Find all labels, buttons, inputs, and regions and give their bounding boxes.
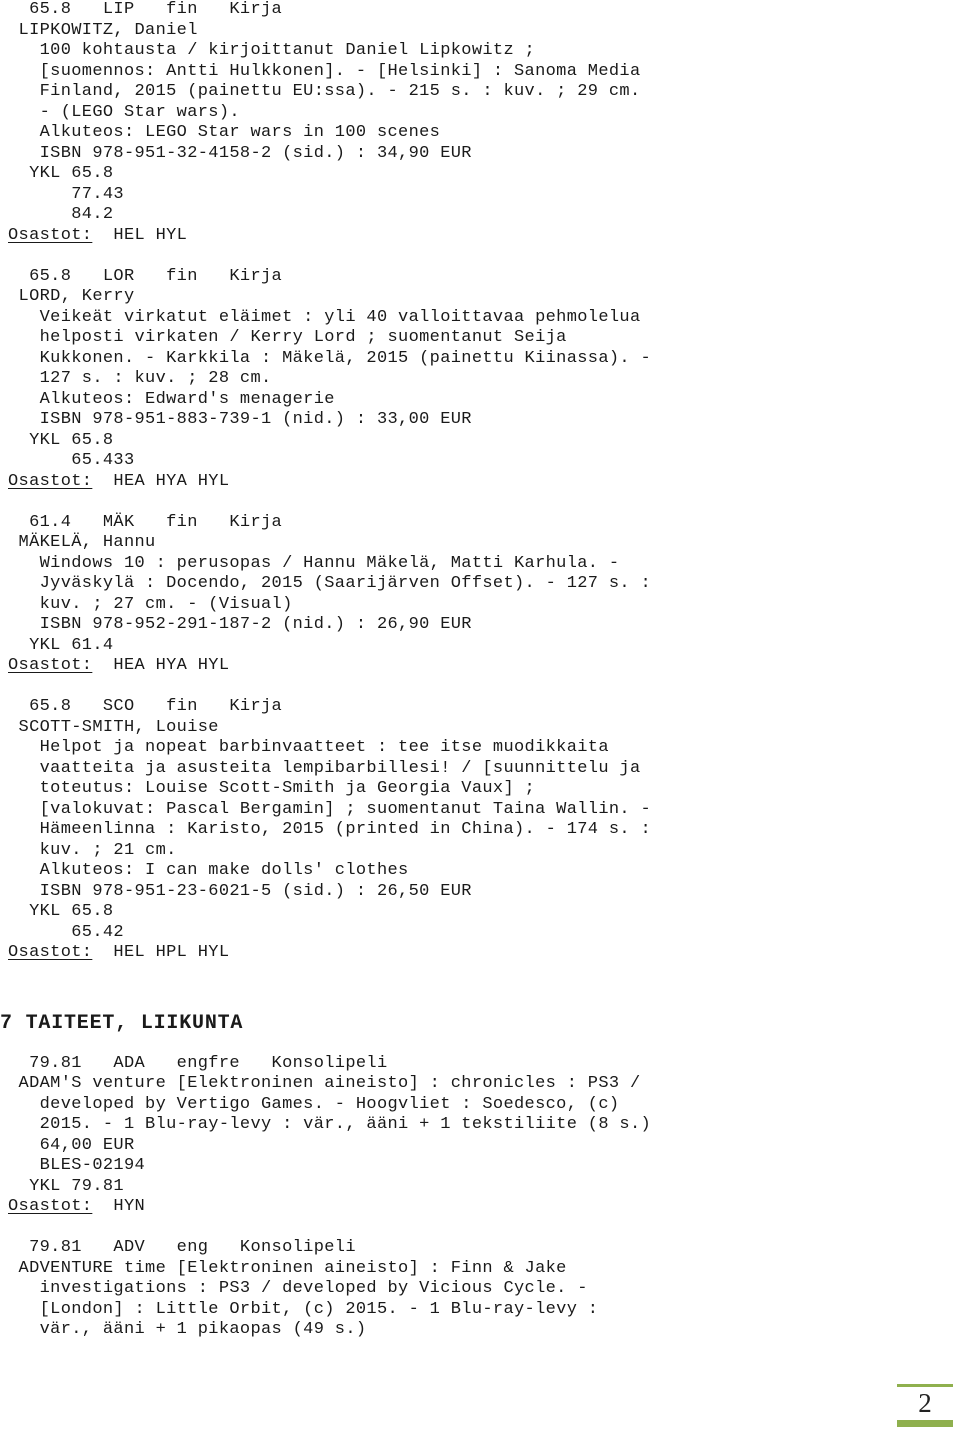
- record-line: developed by Vertigo Games. - Hoogvliet …: [8, 1094, 620, 1114]
- record-line: ISBN 978-952-291-187-2 (nid.) : 26,90 EU…: [8, 615, 472, 634]
- record-line: ISBN 978-951-32-4158-2 (sid.) : 34,90 EU…: [8, 143, 472, 163]
- record-line: helposti virkaten / Kerry Lord ; suoment…: [8, 328, 567, 347]
- record-line: toteutus: Louise Scott-Smith ja Georgia …: [8, 779, 536, 798]
- record-line: Alkuteos: Edward's menagerie: [8, 389, 335, 409]
- record-line: YKL 61.4: [8, 635, 114, 655]
- record-line: Hämeenlinna : Karisto, 2015 (printed in …: [8, 820, 652, 839]
- record-line: vaatteita ja asusteita lempibarbillesi! …: [8, 758, 641, 778]
- record-line: - (LEGO Star wars).: [8, 102, 240, 122]
- record-line: 65.8 SCO fin Kirja: [8, 697, 283, 716]
- record-line: investigations : PS3 / developed by Vici…: [8, 1279, 588, 1298]
- record-departments: Osastot: HEL HYL: [8, 226, 952, 247]
- record-line: BLES-02194: [8, 1156, 146, 1175]
- record-line: 77.43: [8, 184, 124, 204]
- record-line: MÄKELÄ, Hannu: [8, 533, 156, 552]
- record-line: Kukkonen. - Karkkila : Mäkelä, 2015 (pai…: [8, 348, 652, 368]
- record-line: 61.4 MÄK fin Kirja: [8, 512, 283, 532]
- record-line: kuv. ; 27 cm. - (Visual): [8, 594, 293, 614]
- record-line: Jyväskylä : Docendo, 2015 (Saarijärven O…: [8, 574, 652, 593]
- departments-value: HEL HYL: [92, 225, 188, 245]
- departments-label: Osastot:: [8, 943, 93, 962]
- record-line: YKL 65.8: [8, 902, 114, 921]
- record-line: Helpot ja nopeat barbinvaatteet : tee it…: [8, 738, 609, 757]
- record-departments: Osastot: HEL HPL HYL: [8, 943, 952, 964]
- bibliographic-record: 79.81 ADA engfre Konsolipeli ADAM'S vent…: [8, 1054, 952, 1218]
- record-line: 65.8 LOR fin Kirja: [8, 266, 283, 286]
- record-line: [suomennos: Antti Hulkkonen]. - [Helsink…: [8, 61, 641, 81]
- record-line: LORD, Kerry: [8, 287, 135, 306]
- record-line: Alkuteos: LEGO Star wars in 100 scenes: [8, 123, 441, 142]
- record-line: 64,00 EUR: [8, 1135, 135, 1155]
- record-line: 100 kohtausta / kirjoittanut Daniel Lipk…: [8, 41, 536, 60]
- record-line: Alkuteos: I can make dolls' clothes: [8, 861, 409, 880]
- record-line: [valokuvat: Pascal Bergamin] ; suomentan…: [8, 799, 652, 819]
- page-footer: 2: [897, 1384, 953, 1427]
- record-line: 65.42: [8, 922, 124, 942]
- bibliographic-record: 65.8 LOR fin Kirja LORD, Kerry Veikeät v…: [8, 267, 952, 493]
- record-line: kuv. ; 21 cm.: [8, 840, 177, 860]
- record-line: ISBN 978-951-883-739-1 (nid.) : 33,00 EU…: [8, 410, 472, 429]
- record-line: ISBN 978-951-23-6021-5 (sid.) : 26,50 EU…: [8, 881, 472, 901]
- record-line: 2015. - 1 Blu-ray-levy : vär., ääni + 1 …: [8, 1115, 652, 1134]
- record-departments: Osastot: HEA HYA HYL: [8, 656, 952, 677]
- section-heading: 7 TAITEET, LIIKUNTA: [0, 1011, 244, 1035]
- record-line: ADVENTURE time [Elektroninen aineisto] :…: [8, 1258, 567, 1278]
- departments-label: Osastot:: [8, 656, 93, 675]
- record-line: 79.81 ADV eng Konsolipeli: [8, 1238, 356, 1257]
- bibliographic-listing: 65.8 LIP fin Kirja LIPKOWITZ, Daniel 100…: [0, 0, 952, 1341]
- record-line: 65.8 LIP fin Kirja: [8, 0, 283, 19]
- record-line: 127 s. : kuv. ; 28 cm.: [8, 369, 272, 388]
- bibliographic-record: 65.8 SCO fin Kirja SCOTT-SMITH, Louise H…: [8, 697, 952, 964]
- footer-rule-bottom: [897, 1420, 953, 1427]
- record-line: YKL 65.8: [8, 164, 114, 183]
- departments-label: Osastot:: [8, 471, 93, 491]
- departments-value: HEA HYA HYL: [92, 471, 230, 491]
- bibliographic-record: 65.8 LIP fin Kirja LIPKOWITZ, Daniel 100…: [8, 0, 952, 246]
- record-line: YKL 79.81: [8, 1176, 124, 1196]
- record-line: Windows 10 : perusopas / Hannu Mäkelä, M…: [8, 553, 620, 573]
- departments-label: Osastot:: [8, 1197, 93, 1216]
- record-departments: Osastot: HYN: [8, 1197, 952, 1218]
- record-line: [London] : Little Orbit, (c) 2015. - 1 B…: [8, 1299, 599, 1319]
- document-page: 65.8 LIP fin Kirja LIPKOWITZ, Daniel 100…: [0, 0, 960, 1434]
- bibliographic-record: 61.4 MÄK fin Kirja MÄKELÄ, Hannu Windows…: [8, 513, 952, 677]
- record-line: YKL 65.8: [8, 430, 114, 450]
- record-departments: Osastot: HEA HYA HYL: [8, 472, 952, 493]
- departments-value: HYN: [92, 1197, 146, 1216]
- page-number: 2: [918, 1388, 932, 1418]
- record-line: 79.81 ADA engfre Konsolipeli: [8, 1053, 388, 1073]
- record-line: Veikeät virkatut eläimet : yli 40 valloi…: [8, 307, 641, 327]
- record-line: 84.2: [8, 205, 114, 224]
- record-line: ADAM'S venture [Elektroninen aineisto] :…: [8, 1074, 641, 1093]
- record-line: vär., ääni + 1 pikaopas (49 s.): [8, 1320, 367, 1339]
- record-line: Finland, 2015 (painettu EU:ssa). - 215 s…: [8, 82, 641, 101]
- bibliographic-record: 79.81 ADV eng Konsolipeli ADVENTURE time…: [8, 1238, 952, 1341]
- departments-label: Osastot:: [8, 225, 93, 245]
- departments-value: HEA HYA HYL: [92, 656, 230, 675]
- record-line: LIPKOWITZ, Daniel: [8, 20, 198, 40]
- departments-value: HEL HPL HYL: [92, 943, 230, 962]
- record-line: SCOTT-SMITH, Louise: [8, 717, 219, 737]
- record-line: 65.433: [8, 451, 135, 470]
